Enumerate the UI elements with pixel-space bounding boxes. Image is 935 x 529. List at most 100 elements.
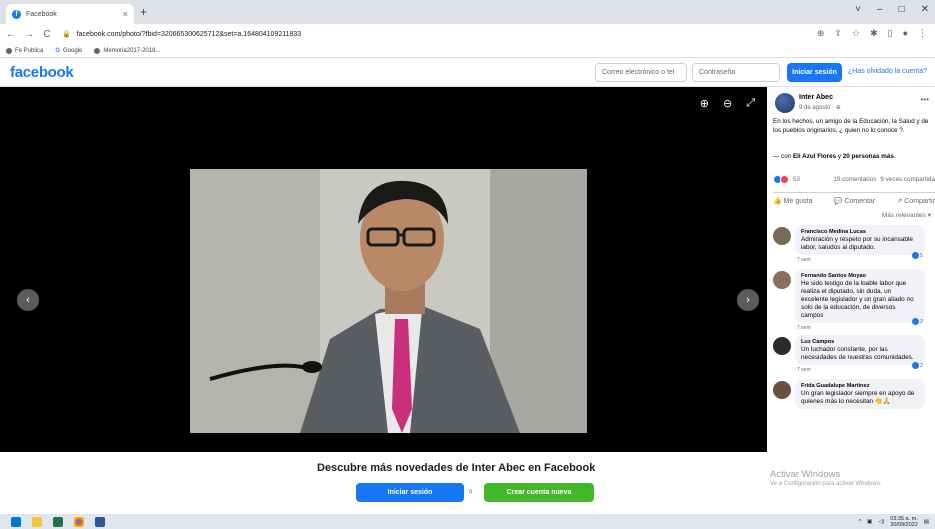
commenter-avatar[interactable]	[773, 227, 791, 245]
comment-button[interactable]: 💬 Comentar	[834, 197, 875, 205]
zoom-out-icon[interactable]: ⊖	[723, 97, 732, 110]
more-options-icon[interactable]: •••	[921, 95, 929, 104]
comment-like-number: 2	[919, 362, 923, 369]
reactions-count[interactable]: 53	[793, 176, 800, 183]
post-photo	[190, 169, 587, 433]
commenter-name[interactable]: Frida Guadalupe Martinez	[801, 382, 919, 390]
bookmark-item[interactable]: Memoria2017-2018...	[94, 47, 160, 54]
reload-icon[interactable]: C	[40, 29, 54, 40]
chrome-icon[interactable]	[74, 516, 84, 527]
commenter-avatar[interactable]	[773, 271, 791, 289]
sidepanel-icon[interactable]: ▯	[888, 28, 893, 39]
chevron-left-icon: ‹	[26, 294, 30, 306]
tagged-others-link[interactable]: 20 personas más	[843, 153, 894, 160]
comment-item: Luz Campos Un luchador constante, por las…	[773, 335, 935, 375]
tab-search-icon[interactable]: ˅	[855, 4, 861, 15]
bookmark-item[interactable]: G Google	[55, 48, 82, 54]
commenter-name[interactable]: Luz Campos	[801, 338, 919, 346]
fullscreen-icon[interactable]: ⤢	[746, 97, 755, 110]
forgot-account-link[interactable]: ¿Has olvidado la cuenta?	[848, 68, 927, 75]
comment-like-count[interactable]: 2	[911, 362, 923, 369]
like-reaction-icon	[911, 362, 919, 369]
comments-list: Francisco Medina Lucas Admiración y respe…	[773, 225, 935, 423]
tagged-person-link[interactable]: Eli Azul Flores	[793, 153, 836, 160]
network-icon[interactable]: ▣	[867, 519, 872, 525]
comment-item: Fernando Santos Moyao He sido testigo de …	[773, 269, 935, 331]
next-photo-button[interactable]: ›	[737, 289, 759, 311]
commenter-avatar[interactable]	[773, 337, 791, 355]
bookmark-star-icon[interactable]: ☆	[852, 28, 860, 39]
back-icon[interactable]: ←	[4, 29, 18, 40]
notifications-icon[interactable]: ▤	[924, 519, 929, 525]
email-field[interactable]: Correo electrónico o tel	[595, 63, 687, 82]
zoom-in-icon[interactable]: ⊕	[700, 97, 709, 110]
comment-bubble: Luz Campos Un luchador constante, por las…	[795, 335, 925, 365]
comment-text: He sido testigo de la loable labor que r…	[801, 280, 914, 319]
maximize-button[interactable]: □	[899, 4, 905, 15]
comment-time[interactable]: 7 sem	[797, 325, 935, 331]
post-text: En los hechos, un amigo de la Educación,…	[773, 118, 929, 134]
bottom-login-button[interactable]: Iniciar sesión	[356, 483, 464, 502]
close-window-button[interactable]: ✕	[921, 4, 929, 15]
comment-like-count[interactable]: 2	[911, 318, 923, 325]
comment-label: Comentar	[844, 198, 876, 205]
share-label: Compartir	[904, 198, 935, 205]
globe-icon	[94, 47, 101, 54]
watermark-subtitle: Ve a Configuración para activar Windows.	[770, 481, 882, 487]
like-button[interactable]: 👍 Me gusta	[773, 197, 812, 205]
comment-like-number: 5	[919, 252, 923, 259]
password-field[interactable]: Contraseña	[692, 63, 780, 82]
commenter-avatar[interactable]	[773, 381, 791, 399]
extensions-icon[interactable]: ✱	[870, 28, 878, 39]
comment-text: Admiración y respeto por su incansable l…	[801, 236, 913, 251]
forward-icon[interactable]: →	[22, 29, 36, 40]
file-explorer-icon[interactable]	[32, 516, 42, 527]
post-actions: 👍 Me gusta 💬 Comentar ↗ Compartir	[773, 192, 935, 205]
thumbs-up-icon: 👍	[773, 198, 784, 205]
with-end: .	[893, 153, 896, 160]
shares-count[interactable]: 9 veces compartida	[880, 176, 935, 183]
facebook-logo[interactable]: facebook	[10, 64, 74, 81]
commenter-name[interactable]: Fernando Santos Moyao	[801, 272, 919, 280]
volume-icon[interactable]: ◁)	[878, 519, 884, 525]
author-name[interactable]: Inter Abec	[799, 94, 833, 101]
commenter-name[interactable]: Francisco Medina Lucas	[801, 228, 919, 236]
reactions-icons[interactable]	[773, 175, 789, 184]
bookmarks-bar: Fe Publica G Google Memoria2017-2018...	[0, 44, 935, 58]
love-reaction-icon	[780, 175, 789, 184]
address-bar-icons: ⊕ ⇪ ☆ ✱ ▯ ● ⋮	[817, 28, 927, 39]
lock-icon: 🔒	[62, 31, 71, 38]
login-button[interactable]: Iniciar sesión	[787, 63, 842, 82]
bookmark-item[interactable]: Fe Publica	[6, 47, 43, 54]
tray-chevron-icon[interactable]: ^	[858, 519, 861, 525]
excel-icon[interactable]	[53, 516, 63, 527]
facebook-header: facebook Correo electrónico o tel Contra…	[0, 58, 935, 87]
like-label: Me gusta	[783, 198, 813, 205]
comment-icon: 💬	[833, 198, 845, 205]
url-text: facebook.com/photo/?fbid=320665300625712…	[76, 30, 302, 38]
globe-icon	[6, 47, 12, 54]
profile-icon[interactable]: ●	[903, 28, 908, 39]
author-avatar[interactable]	[775, 93, 795, 113]
url-field[interactable]: 🔒 facebook.com/photo/?fbid=3206653006257…	[62, 30, 302, 39]
share-button[interactable]: ↗ Compartir	[896, 197, 935, 205]
start-windows-icon[interactable]	[11, 516, 21, 527]
new-tab-button[interactable]: +	[140, 5, 147, 19]
comments-count[interactable]: 19 comentarios	[833, 176, 876, 183]
discover-heading: Descubre más novedades de Inter Abec en …	[317, 462, 596, 474]
browser-tab-strip: f Facebook × + ˅ – □ ✕	[0, 0, 935, 24]
zoom-icon[interactable]: ⊕	[817, 28, 825, 39]
word-icon[interactable]	[95, 516, 105, 527]
previous-photo-button[interactable]: ‹	[17, 289, 39, 311]
browser-tab[interactable]: f Facebook ×	[6, 4, 134, 24]
clock[interactable]: 03:35 a. m. 30/09/2022	[890, 516, 918, 528]
menu-icon[interactable]: ⋮	[918, 28, 927, 39]
close-tab-icon[interactable]: ×	[123, 9, 128, 19]
post-stats: 53 19 comentarios 9 veces compartida	[773, 175, 935, 184]
comment-like-count[interactable]: 5	[911, 252, 923, 259]
minimize-button[interactable]: –	[877, 4, 883, 15]
comment-sort-dropdown[interactable]: Más relevantes ▾	[882, 211, 931, 219]
create-account-button[interactable]: Crear cuenta nueva	[484, 483, 594, 502]
like-reaction-icon	[911, 252, 919, 259]
share-icon[interactable]: ⇪	[834, 28, 842, 39]
